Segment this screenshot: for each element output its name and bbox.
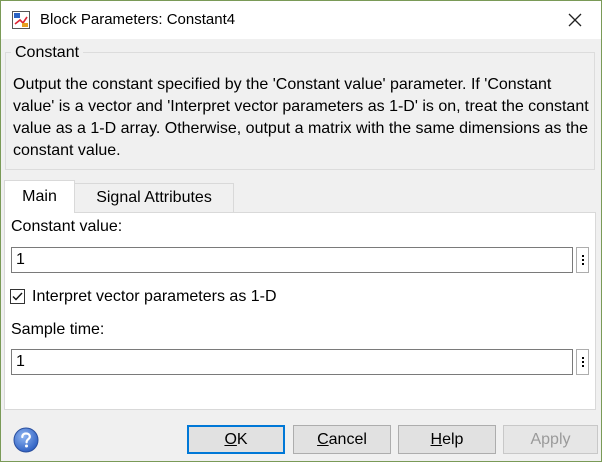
question-mark-icon[interactable] [13,427,39,453]
group-title: Constant [11,43,84,63]
checkmark-icon [12,292,23,301]
tab-main[interactable]: Main [4,180,75,213]
ellipsis-dot [581,259,584,261]
tab-panel-main [4,212,596,410]
sample-time-more-button[interactable] [576,349,589,375]
ellipsis-dot [581,365,584,367]
ok-label: K [236,431,248,448]
ellipsis-dot [581,361,584,363]
apply-button[interactable]: Apply [503,425,598,454]
constant-value-label: Constant value: [11,218,123,235]
sample-time-input[interactable]: 1 [11,349,573,375]
ok-mnemonic: O [224,431,237,448]
constant-value-more-button[interactable] [576,247,589,273]
title-bar: Block Parameters: Constant4 [1,1,601,39]
window-title: Block Parameters: Constant4 [40,11,236,28]
block-description: Output the constant specified by the 'Co… [13,76,589,159]
cancel-label: ancel [328,431,367,448]
ok-button[interactable]: OK [187,425,285,454]
close-icon [568,13,582,27]
close-button[interactable] [561,7,589,33]
interpret-vector-label: Interpret vector parameters as 1-D [32,288,277,305]
tab-signal-attributes[interactable]: Signal Attributes [74,183,234,212]
ellipsis-dot [581,263,584,265]
interpret-vector-checkbox[interactable] [10,289,25,304]
simulink-block-icon [12,11,30,29]
block-parameters-dialog: Block Parameters: Constant4 Constant Out… [0,0,602,462]
help-button[interactable]: Help [398,425,496,454]
help-mnemonic: H [430,431,443,448]
cancel-mnemonic: C [317,431,329,448]
sample-time-label: Sample time: [11,321,105,338]
constant-value-input[interactable]: 1 [11,247,573,273]
vertical-ellipsis-icon [581,357,584,359]
help-label: elp [442,431,464,448]
cancel-button[interactable]: Cancel [293,425,391,454]
vertical-ellipsis-icon [581,255,584,257]
